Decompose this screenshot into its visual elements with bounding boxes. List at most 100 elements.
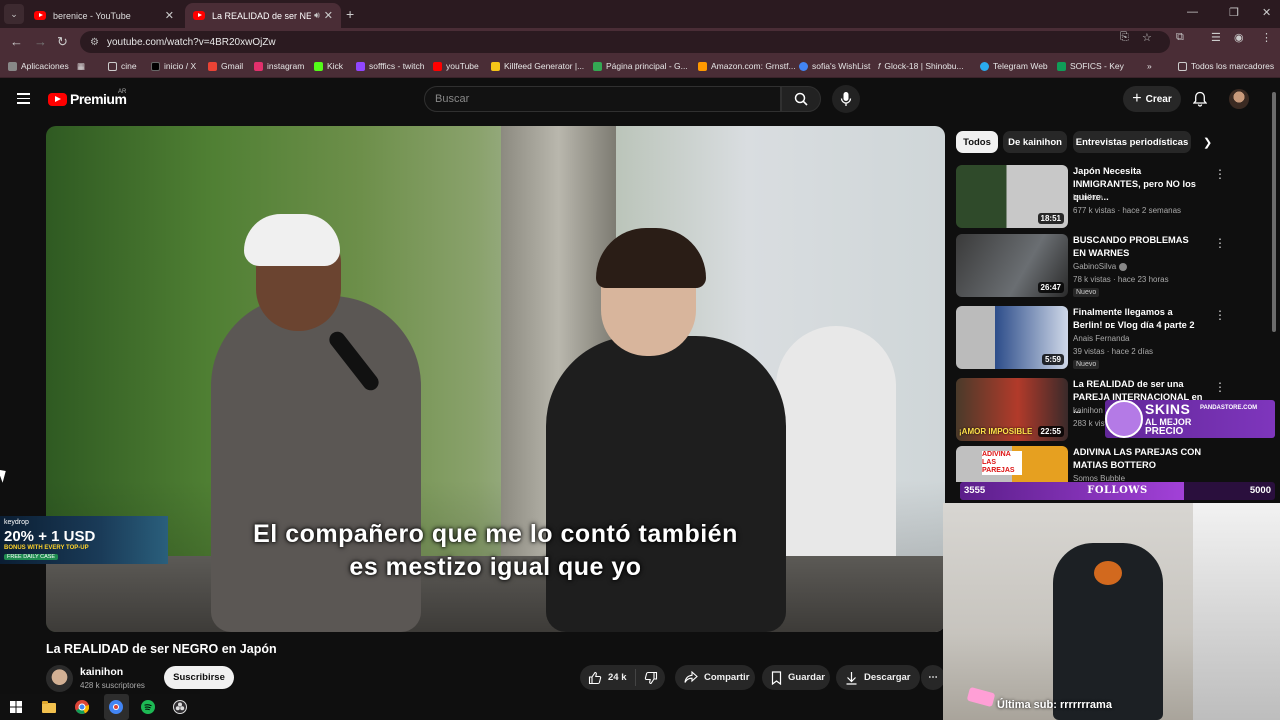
- omnibox[interactable]: ⚙ youtube.com/watch?v=4BR20xwOjZw: [80, 31, 1170, 53]
- bookmark-youtube[interactable]: youTube: [433, 61, 479, 71]
- all-bookmarks[interactable]: Todos los marcadores: [1178, 61, 1274, 71]
- more-vertical-icon[interactable]: ⋮: [1214, 167, 1226, 181]
- new-tab-icon[interactable]: +: [346, 6, 354, 22]
- bookmark-cine[interactable]: cine: [108, 61, 137, 71]
- bookmark-pagina[interactable]: Página principal - G...: [593, 61, 688, 71]
- more-vertical-icon[interactable]: ⋮: [1214, 380, 1226, 394]
- extensions-icon[interactable]: ⧉: [1176, 31, 1184, 44]
- bookmark-instagram[interactable]: instagram: [254, 61, 304, 71]
- chevron-right-icon[interactable]: ❯: [1203, 136, 1212, 149]
- create-button[interactable]: + Crear: [1123, 86, 1181, 112]
- thumbs-up-icon: [588, 671, 602, 684]
- browser-tab-bar: ⌄ berenice - YouTube ✕ La REALIDAD de se…: [0, 0, 1280, 28]
- tab-search-button[interactable]: ⌄: [4, 4, 24, 24]
- speaker-icon[interactable]: 🔊︎: [314, 10, 320, 21]
- bookmark-gmail[interactable]: Gmail: [208, 61, 243, 71]
- channel-name[interactable]: kainihon: [80, 666, 123, 678]
- video-duration: 26:47: [1037, 282, 1064, 293]
- share-button[interactable]: Compartir: [675, 665, 755, 690]
- chrome-profile-icon[interactable]: [108, 699, 124, 715]
- account-avatar[interactable]: [1229, 89, 1249, 109]
- bookmark-wishlist[interactable]: sofia's WishList: [799, 61, 870, 71]
- bookmark-glock[interactable]: f Glock-18 | Shinobu...: [878, 61, 964, 71]
- close-tab-icon[interactable]: ✕: [324, 9, 333, 22]
- channel-avatar[interactable]: [46, 665, 73, 692]
- install-app-icon[interactable]: ⎘: [1120, 31, 1129, 44]
- close-window-icon[interactable]: ✕: [1262, 6, 1271, 19]
- recommendation-item[interactable]: 5:59 Finalmente llegamos a Berlin! ᴅᴇ Vl…: [956, 306, 1226, 370]
- notifications-bell-icon[interactable]: [1192, 91, 1208, 110]
- search-input[interactable]: Buscar: [424, 86, 781, 112]
- like-button[interactable]: 24 k: [580, 669, 636, 686]
- spotify-icon[interactable]: [140, 699, 156, 715]
- bookmark-apps[interactable]: Aplicaciones: [8, 61, 69, 71]
- f-icon: f: [878, 61, 881, 71]
- profile-icon[interactable]: ◉: [1234, 31, 1244, 44]
- windows-start-icon[interactable]: [8, 699, 24, 715]
- bookmark-label: Amazon.com: Grnstf...: [711, 61, 796, 71]
- site-info-icon[interactable]: ⚙: [90, 37, 99, 48]
- reload-icon[interactable]: ↻: [57, 34, 68, 50]
- more-actions-button[interactable]: ⋯: [921, 665, 945, 690]
- bookmark-grid[interactable]: ▦: [77, 61, 85, 72]
- recommendation-thumbnail[interactable]: ADIVINA LAS PAREJAS: [956, 446, 1068, 482]
- bookmark-kick[interactable]: Kick: [314, 61, 343, 71]
- close-tab-icon[interactable]: ✕: [165, 9, 174, 22]
- recommendation-thumbnail[interactable]: 18:51: [956, 165, 1068, 228]
- bookmark-killfeed[interactable]: Killfeed Generator |...: [491, 61, 584, 71]
- recommendation-thumbnail[interactable]: 26:47: [956, 234, 1068, 297]
- bookmark-sofics[interactable]: SOFICS - Key: [1057, 61, 1124, 71]
- bookmark-x[interactable]: inicio / X: [151, 61, 196, 71]
- minimize-icon[interactable]: —: [1187, 6, 1198, 18]
- recommendation-thumbnail[interactable]: ¡AMOR IMPOSIBLE 22:55: [956, 378, 1068, 441]
- recommendation-item[interactable]: 18:51 Japón Necesita INMIGRANTES, pero N…: [956, 165, 1226, 229]
- download-button[interactable]: Descargar: [836, 665, 920, 690]
- apps-grid-icon: [8, 61, 17, 71]
- video-player[interactable]: El compañero que me lo contó también es …: [46, 126, 945, 632]
- subtitle-line-1: El compañero que me lo contó también: [253, 520, 738, 548]
- chip-entrevistas[interactable]: Entrevistas periodísticas: [1073, 131, 1191, 153]
- tab-berenice[interactable]: berenice - YouTube ✕: [26, 3, 182, 28]
- more-bookmarks-icon[interactable]: »: [1147, 61, 1152, 71]
- download-label: Descargar: [864, 672, 911, 683]
- dislike-button[interactable]: [636, 671, 664, 685]
- save-button[interactable]: Guardar: [762, 665, 830, 690]
- bookmark-twitch[interactable]: sofffics - twitch: [356, 61, 424, 71]
- bookmark-label: Telegram Web: [993, 61, 1048, 71]
- forward-icon[interactable]: →: [34, 34, 47, 49]
- chip-de-kainihon[interactable]: De kainihon: [1003, 131, 1067, 153]
- tab-manager-icon[interactable]: ☰: [1211, 31, 1221, 44]
- page-scrollbar[interactable]: [1272, 92, 1276, 332]
- twitch-icon: [356, 61, 365, 71]
- recommendation-item[interactable]: ADIVINA LAS PAREJAS ADIVINA LAS PAREJAS …: [956, 446, 1206, 482]
- bookmark-label: SOFICS - Key: [1070, 61, 1124, 71]
- recommendation-thumbnail[interactable]: 5:59: [956, 306, 1068, 369]
- subscriber-count: 428 k suscriptores: [80, 681, 145, 690]
- restore-icon[interactable]: ❐: [1229, 6, 1239, 19]
- search-button[interactable]: [781, 86, 821, 112]
- file-explorer-icon[interactable]: [41, 699, 57, 715]
- back-icon[interactable]: ←: [10, 34, 23, 49]
- voice-search-button[interactable]: [832, 85, 860, 113]
- browser-menu-icon[interactable]: ⋮: [1261, 31, 1272, 44]
- youtube-logo[interactable]: Premium: [48, 91, 127, 107]
- telegram-icon: [980, 61, 989, 71]
- subtitle-line-2: es mestizo igual que yo: [349, 553, 642, 581]
- bookmark-telegram[interactable]: Telegram Web: [980, 61, 1048, 71]
- more-vertical-icon[interactable]: ⋮: [1214, 308, 1226, 322]
- tab-active-video[interactable]: La REALIDAD de ser NEGRO en Japón - YouT…: [185, 3, 341, 28]
- windows-taskbar: [0, 694, 200, 720]
- recommendation-item[interactable]: 26:47 BUSCANDO PROBLEMAS EN WARNES Gabin…: [956, 234, 1226, 298]
- more-vertical-icon[interactable]: ⋮: [1214, 236, 1226, 250]
- bookmarks-bar: Aplicaciones ▦ cine inicio / X Gmail ins…: [0, 56, 1280, 78]
- menu-icon[interactable]: [17, 93, 30, 104]
- bookmark-amazon[interactable]: Amazon.com: Grnstf...: [698, 61, 796, 71]
- subscribe-button[interactable]: Suscribirse: [164, 666, 234, 689]
- promo-brand: keydrop: [4, 519, 29, 526]
- chip-todos[interactable]: Todos: [956, 131, 998, 153]
- obs-icon[interactable]: [172, 699, 188, 715]
- follows-goal-bar: 3555 FOLLOWS 5000: [960, 482, 1275, 500]
- bookmark-star-icon[interactable]: ☆: [1142, 31, 1152, 44]
- share-label: Compartir: [704, 672, 750, 683]
- chrome-icon[interactable]: [74, 699, 90, 715]
